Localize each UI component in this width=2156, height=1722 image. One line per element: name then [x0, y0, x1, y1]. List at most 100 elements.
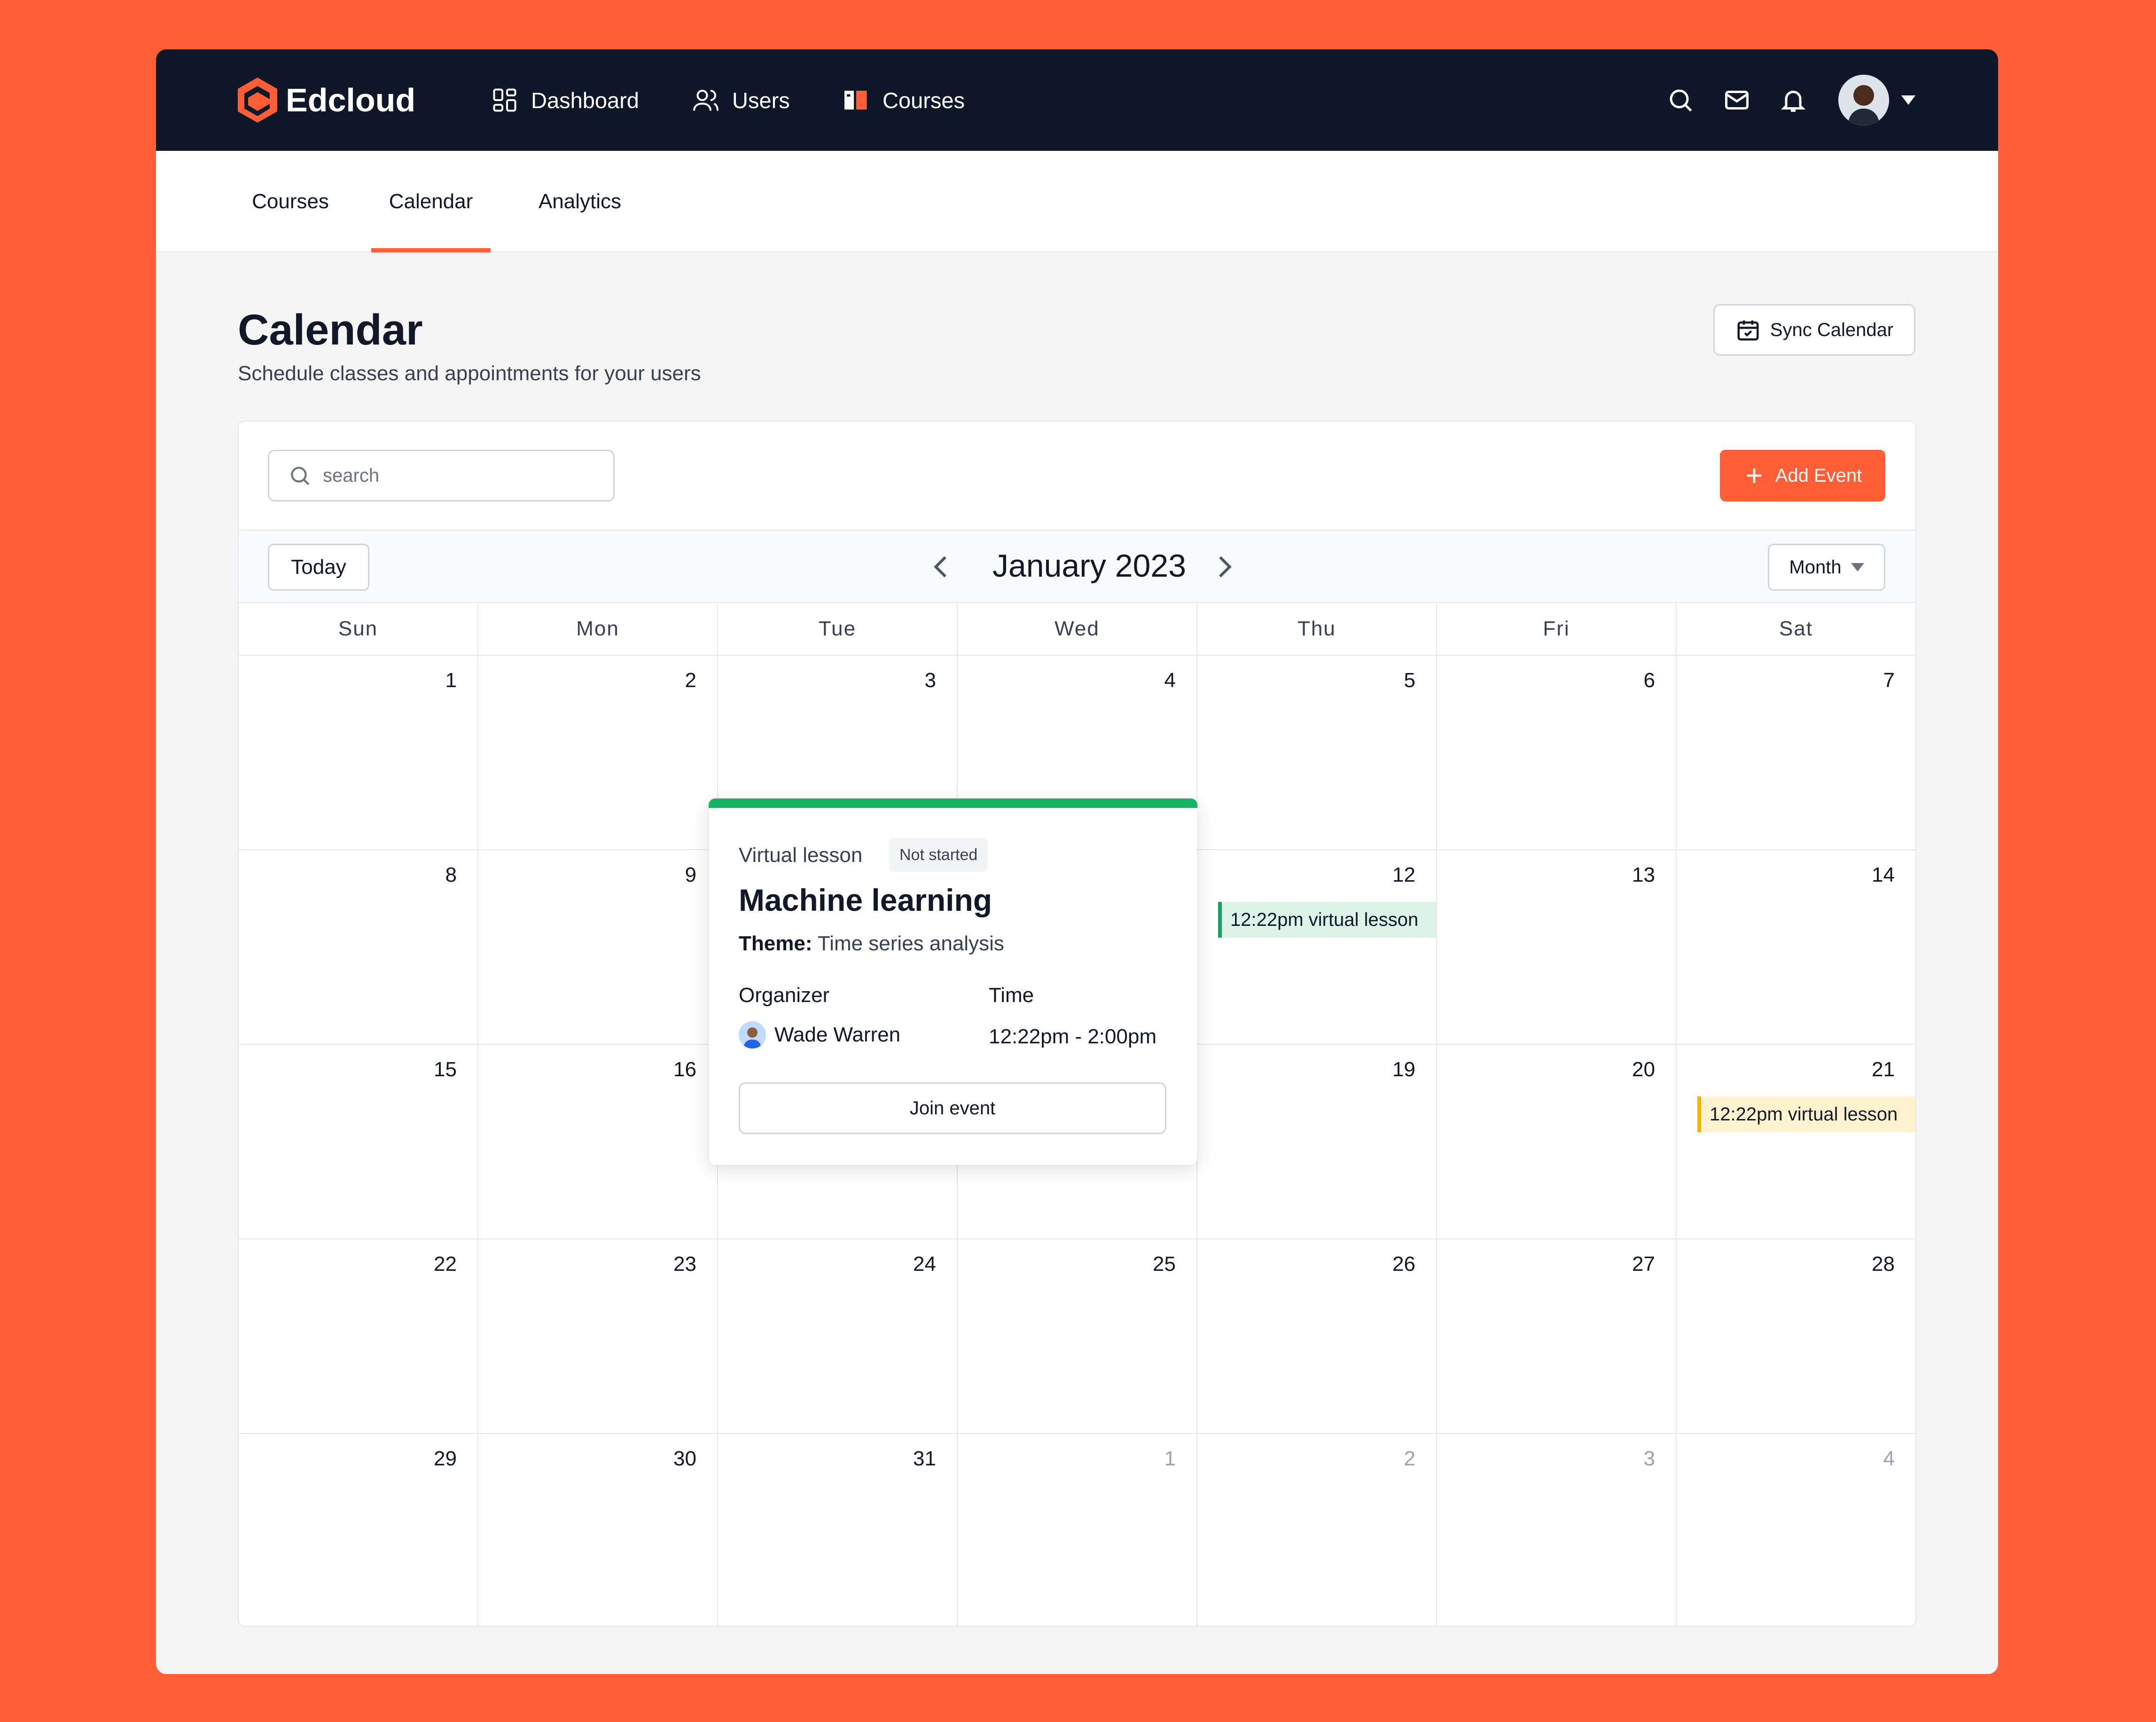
avatar: [739, 1021, 766, 1049]
avatar: [1838, 75, 1889, 125]
nav-users[interactable]: Users: [692, 84, 790, 116]
day-cell[interactable]: 16: [478, 1045, 718, 1238]
day-number: 1: [1164, 1447, 1176, 1470]
view-select-value: Month: [1789, 556, 1842, 578]
day-cell[interactable]: 8: [239, 850, 478, 1044]
day-cell[interactable]: 22: [239, 1239, 478, 1433]
day-number: 3: [924, 669, 936, 692]
dashboard-grid-icon: [493, 88, 516, 112]
day-cell[interactable]: 28: [1677, 1239, 1915, 1433]
day-cell-next-month[interactable]: 1: [958, 1434, 1197, 1626]
day-cell[interactable]: 15: [239, 1045, 478, 1238]
add-event-button[interactable]: Add Event: [1720, 450, 1885, 501]
day-number: 21: [1872, 1058, 1895, 1081]
status-badge: Not started: [889, 838, 988, 872]
event-popover: Virtual lesson Not started Machine learn…: [709, 798, 1197, 1165]
mail-icon[interactable]: [1723, 86, 1751, 114]
day-number: 27: [1632, 1252, 1655, 1276]
day-number: 8: [445, 863, 457, 886]
day-cell[interactable]: 6: [1437, 656, 1677, 849]
day-cell[interactable]: 7: [1677, 656, 1915, 849]
day-cell[interactable]: 12 12:22pm virtual lesson: [1197, 850, 1437, 1044]
view-select[interactable]: Month: [1768, 544, 1885, 591]
day-cell[interactable]: 9: [478, 850, 718, 1044]
weekday-label: Wed: [958, 603, 1197, 655]
bell-icon[interactable]: [1779, 86, 1807, 114]
day-cell[interactable]: 21 12:22pm virtual lesson: [1677, 1045, 1915, 1238]
day-number: 4: [1883, 1447, 1895, 1470]
chevron-left-icon[interactable]: [925, 550, 958, 583]
month-title: January 2023: [992, 548, 1187, 584]
day-cell[interactable]: 27: [1437, 1239, 1677, 1433]
search-icon: [291, 467, 310, 485]
caret-down-icon: [1851, 563, 1864, 571]
nav-dashboard[interactable]: Dashboard: [491, 84, 639, 116]
app-window: Edcloud Dashboard Users Courses Courses …: [156, 49, 1998, 1674]
add-event-label: Add Event: [1775, 465, 1862, 486]
day-cell-next-month[interactable]: 2: [1197, 1434, 1437, 1626]
day-number: 14: [1872, 863, 1895, 886]
search-icon[interactable]: [1666, 86, 1695, 114]
weekday-label: Thu: [1197, 603, 1437, 655]
nav-courses[interactable]: Courses: [842, 84, 965, 116]
weekday-label: Tue: [718, 603, 958, 655]
day-cell[interactable]: 14: [1677, 850, 1915, 1044]
day-number: 22: [434, 1252, 457, 1276]
day-number: 16: [673, 1058, 696, 1081]
weekday-label: Sat: [1779, 617, 1813, 640]
day-cell[interactable]: 24: [718, 1239, 958, 1433]
join-event-button[interactable]: Join event: [739, 1082, 1166, 1134]
nav-courses-label: Courses: [883, 87, 965, 113]
event-chip[interactable]: 12:22pm virtual lesson: [1218, 902, 1436, 938]
day-cell[interactable]: 31: [718, 1434, 958, 1626]
chevron-down-icon: [1901, 95, 1915, 105]
tab-courses[interactable]: Courses: [243, 151, 337, 252]
day-cell[interactable]: 23: [478, 1239, 718, 1433]
event-time: 12:22pm - 2:00pm: [989, 1025, 1157, 1048]
day-number: 24: [913, 1252, 936, 1276]
calendar-sync-icon: [1737, 320, 1759, 341]
day-cell[interactable]: 13: [1437, 850, 1677, 1044]
day-number: 26: [1392, 1252, 1415, 1276]
event-chip[interactable]: 12:22pm virtual lesson: [1697, 1096, 1915, 1132]
organizer-heading: Organizer: [739, 984, 830, 1007]
user-menu[interactable]: [1838, 75, 1915, 125]
event-theme: Theme: Time series analysis: [739, 932, 1004, 955]
day-number: 23: [673, 1252, 696, 1276]
today-button[interactable]: Today: [268, 544, 369, 591]
popover-accent-bar: [709, 798, 1197, 808]
search-box[interactable]: [268, 450, 615, 501]
nav-dashboard-label: Dashboard: [531, 87, 639, 113]
day-cell[interactable]: 29: [239, 1434, 478, 1626]
book-icon: [844, 91, 867, 110]
brand-logo[interactable]: Edcloud: [236, 76, 415, 125]
day-cell[interactable]: 19: [1197, 1045, 1437, 1238]
day-number: 2: [685, 669, 696, 692]
tab-calendar[interactable]: Calendar: [371, 151, 491, 252]
organizer: Wade Warren: [739, 1021, 900, 1049]
day-number: 28: [1872, 1252, 1895, 1276]
sync-calendar-label: Sync Calendar: [1770, 319, 1894, 340]
day-cell[interactable]: 26: [1197, 1239, 1437, 1433]
day-cell[interactable]: 1: [239, 656, 478, 849]
day-number: 29: [434, 1447, 457, 1470]
time-heading: Time: [989, 984, 1034, 1007]
day-number: 31: [913, 1447, 936, 1470]
search-input[interactable]: [323, 465, 586, 486]
tab-analytics[interactable]: Analytics: [523, 151, 637, 252]
users-icon: [693, 90, 719, 111]
day-cell[interactable]: 2: [478, 656, 718, 849]
day-number: 30: [673, 1447, 696, 1470]
day-cell[interactable]: 5: [1197, 656, 1437, 849]
day-number: 5: [1404, 669, 1415, 692]
day-number: 9: [685, 863, 696, 886]
chevron-right-icon[interactable]: [1208, 550, 1241, 583]
sync-calendar-button[interactable]: Sync Calendar: [1713, 304, 1915, 356]
day-cell[interactable]: 20: [1437, 1045, 1677, 1238]
day-cell[interactable]: 25: [958, 1239, 1197, 1433]
page-title: Calendar: [238, 306, 423, 354]
top-navbar: Edcloud Dashboard Users Courses: [156, 49, 1998, 151]
day-cell-next-month[interactable]: 4: [1677, 1434, 1915, 1626]
day-cell-next-month[interactable]: 3: [1437, 1434, 1677, 1626]
day-cell[interactable]: 30: [478, 1434, 718, 1626]
